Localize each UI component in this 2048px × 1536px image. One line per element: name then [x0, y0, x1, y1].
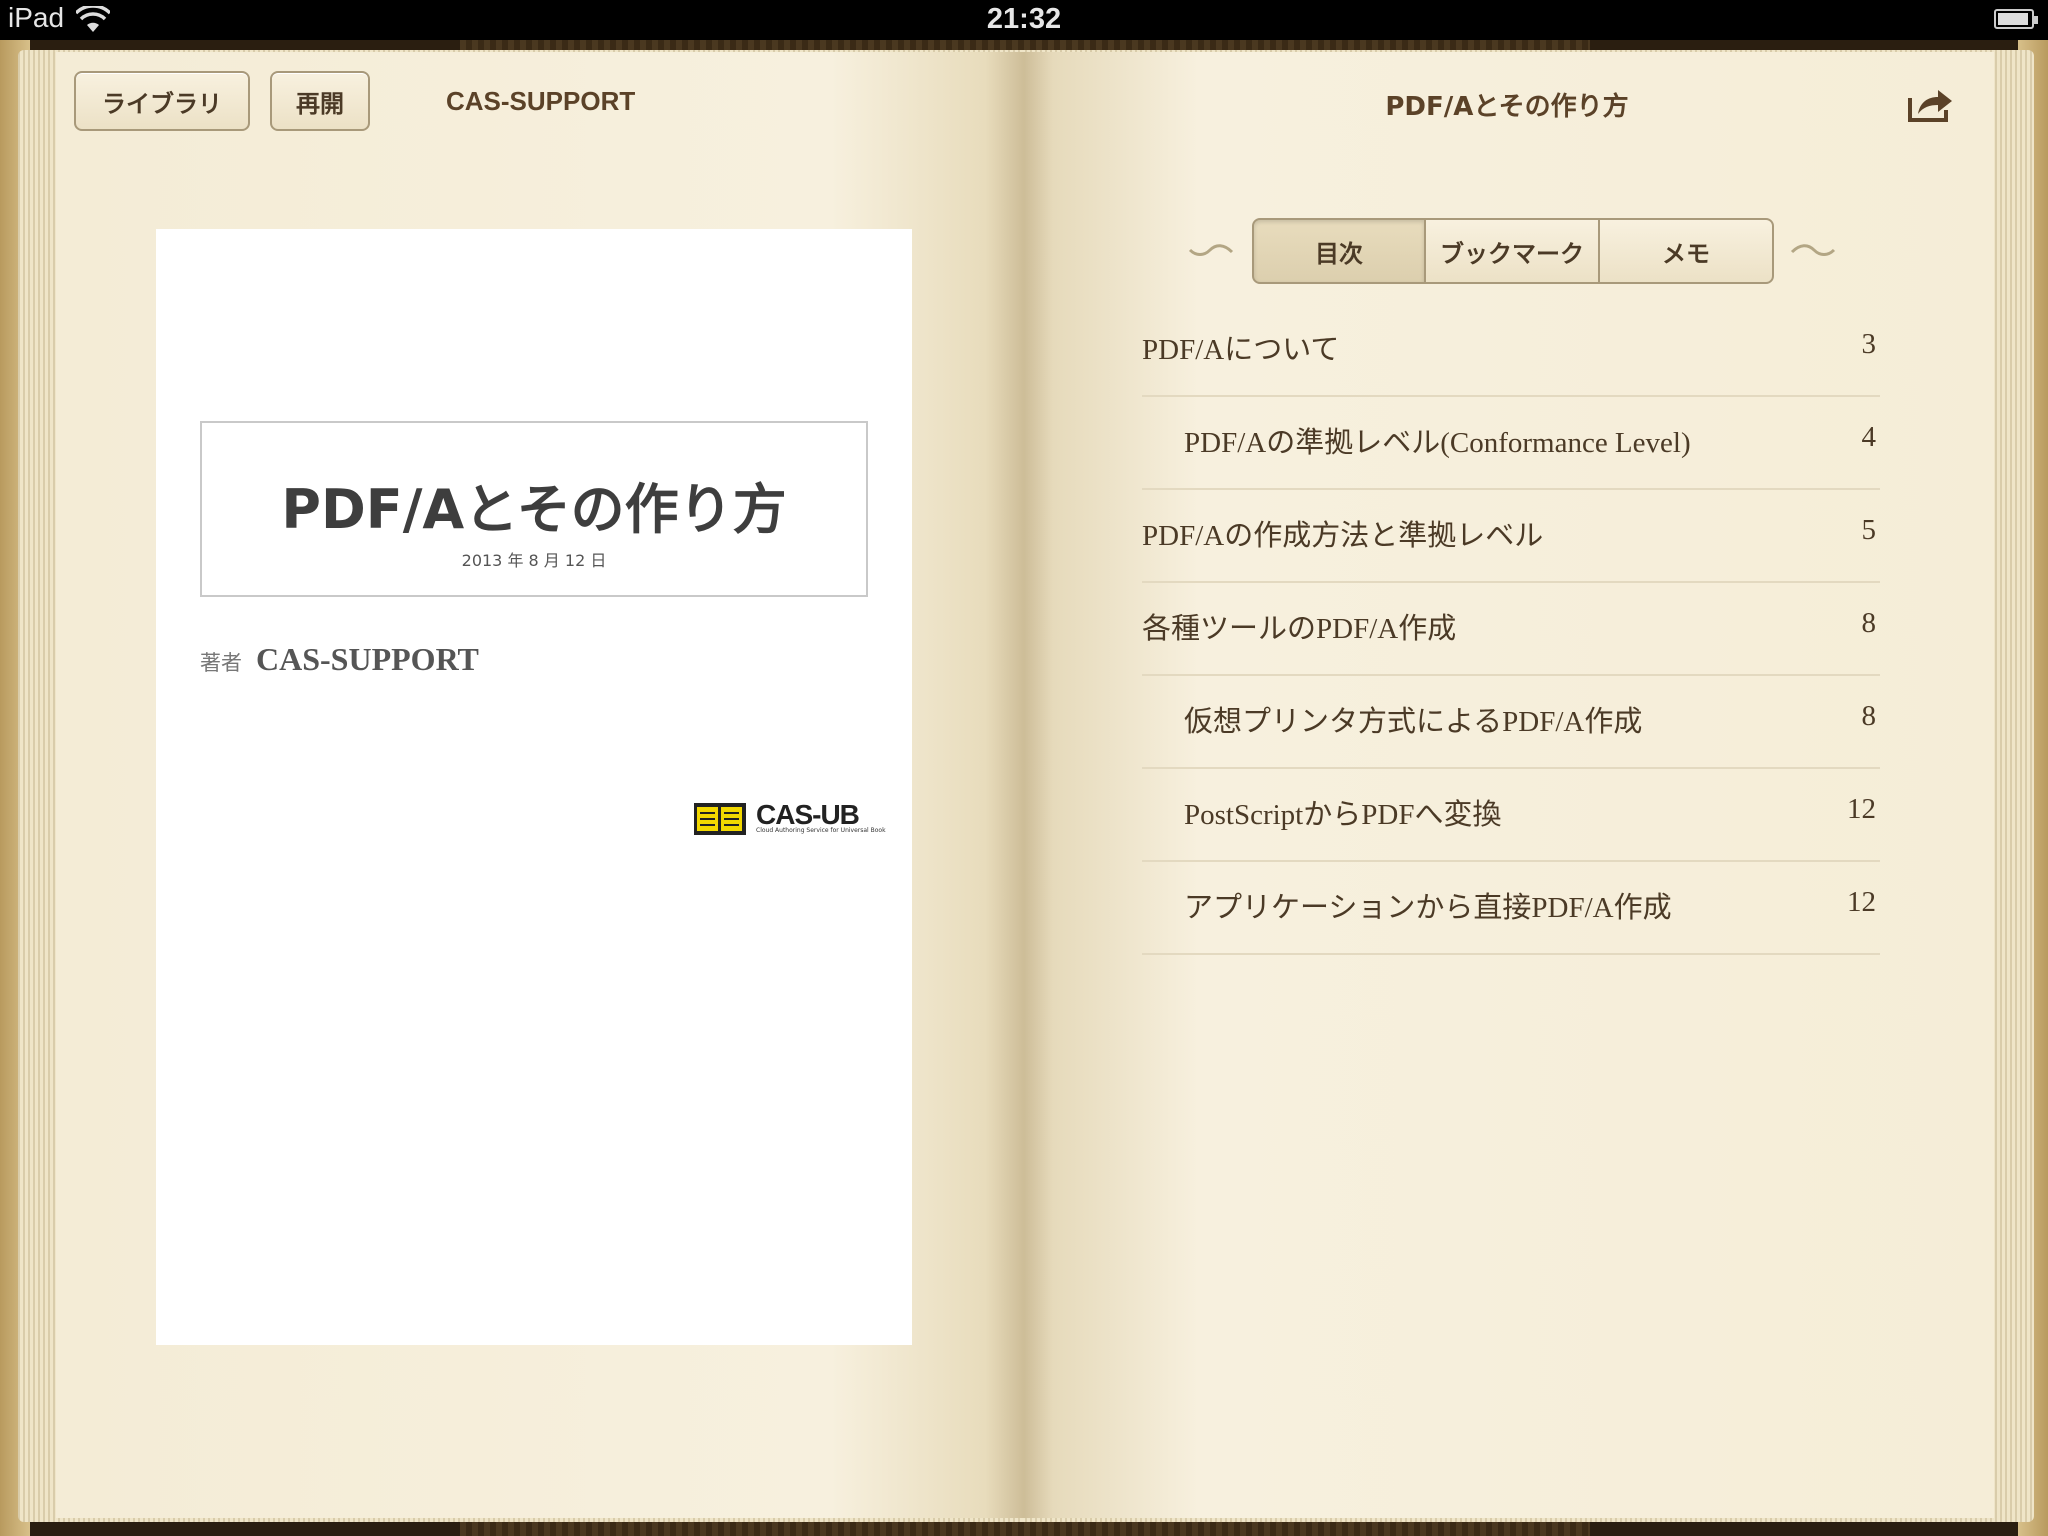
flourish-left-icon	[1188, 244, 1234, 256]
segmented-control: 目次 ブックマーク メモ	[1252, 218, 1774, 284]
book-title-header: PDF/Aとその作り方	[1385, 92, 1629, 122]
toc-entry-page: 5	[1861, 514, 1877, 546]
cover-date: 2013 年 8 月 12 日	[461, 551, 607, 570]
book-cover-thumbnail[interactable]: PDF/Aとその作り方 2013 年 8 月 12 日 著者 CAS-SUPPO…	[156, 229, 912, 1345]
share-icon[interactable]	[1906, 84, 1954, 124]
cover-author-name: CAS-SUPPORT	[256, 641, 479, 677]
book-author-header: CAS-SUPPORT	[446, 86, 636, 116]
tab-toc[interactable]: 目次	[1252, 218, 1426, 284]
toc-row[interactable]: アプリケーションから直接PDF/A作成 12	[1142, 862, 1880, 955]
toc-entry-title: アプリケーションから直接PDF/A作成	[1184, 892, 1672, 924]
toc-entry-title: PostScriptからPDFへ変換	[1184, 799, 1502, 831]
toc-entry-page: 8	[1861, 607, 1877, 639]
clock: 21:32	[986, 3, 1062, 35]
toc-entry-title: PDF/Aについて	[1142, 334, 1340, 366]
toc-row[interactable]: PDF/Aについて 3	[1142, 304, 1880, 397]
tab-bookmarks[interactable]: ブックマーク	[1424, 218, 1600, 284]
open-book-icon	[694, 803, 746, 835]
toc-row[interactable]: PostScriptからPDFへ変換 12	[1142, 769, 1880, 862]
toc-entry-title: 仮想プリンタ方式によるPDF/A作成	[1184, 706, 1643, 738]
battery-icon	[1994, 9, 2038, 29]
tab-memo[interactable]: メモ	[1598, 218, 1774, 284]
toc-row[interactable]: 仮想プリンタ方式によるPDF/A作成 8	[1142, 676, 1880, 769]
toc-entry-page: 12	[1847, 793, 1876, 825]
toc-row[interactable]: PDF/Aの作成方法と準拠レベル 5	[1142, 490, 1880, 583]
toc-entry-page: 8	[1861, 700, 1877, 732]
binding-strip-bottom	[460, 1520, 1590, 1536]
toc-entry-page: 4	[1861, 421, 1877, 453]
cover-title-box: PDF/Aとその作り方 2013 年 8 月 12 日	[200, 421, 868, 597]
cover-author-label: 著者	[200, 651, 242, 675]
toc-entry-page: 3	[1861, 328, 1877, 360]
cover-title: PDF/Aとその作り方	[281, 478, 787, 541]
cas-ub-logo: CAS-UB Cloud Authoring Service for Unive…	[694, 799, 886, 837]
toc-row[interactable]: PDF/Aの準拠レベル(Conformance Level) 4	[1142, 397, 1880, 490]
toc-entry-page: 12	[1847, 886, 1876, 918]
toc-entry-title: PDF/Aの作成方法と準拠レベル	[1142, 520, 1544, 552]
library-button[interactable]: ライブラリ	[74, 71, 250, 131]
toc-entry-title: 各種ツールのPDF/A作成	[1142, 613, 1457, 645]
table-of-contents: PDF/Aについて 3 PDF/Aの準拠レベル(Conformance Level)…	[1142, 304, 1880, 955]
status-bar: iPad 21:32	[0, 0, 2048, 40]
toc-entry-title: PDF/Aの準拠レベル(Conformance Level)	[1184, 427, 1691, 459]
flourish-right-icon	[1790, 244, 1836, 256]
toc-row[interactable]: 各種ツールのPDF/A作成 8	[1142, 583, 1880, 676]
logo-subtitle: Cloud Authoring Service for Universal Bo…	[756, 827, 886, 834]
resume-button[interactable]: 再開	[270, 71, 370, 131]
